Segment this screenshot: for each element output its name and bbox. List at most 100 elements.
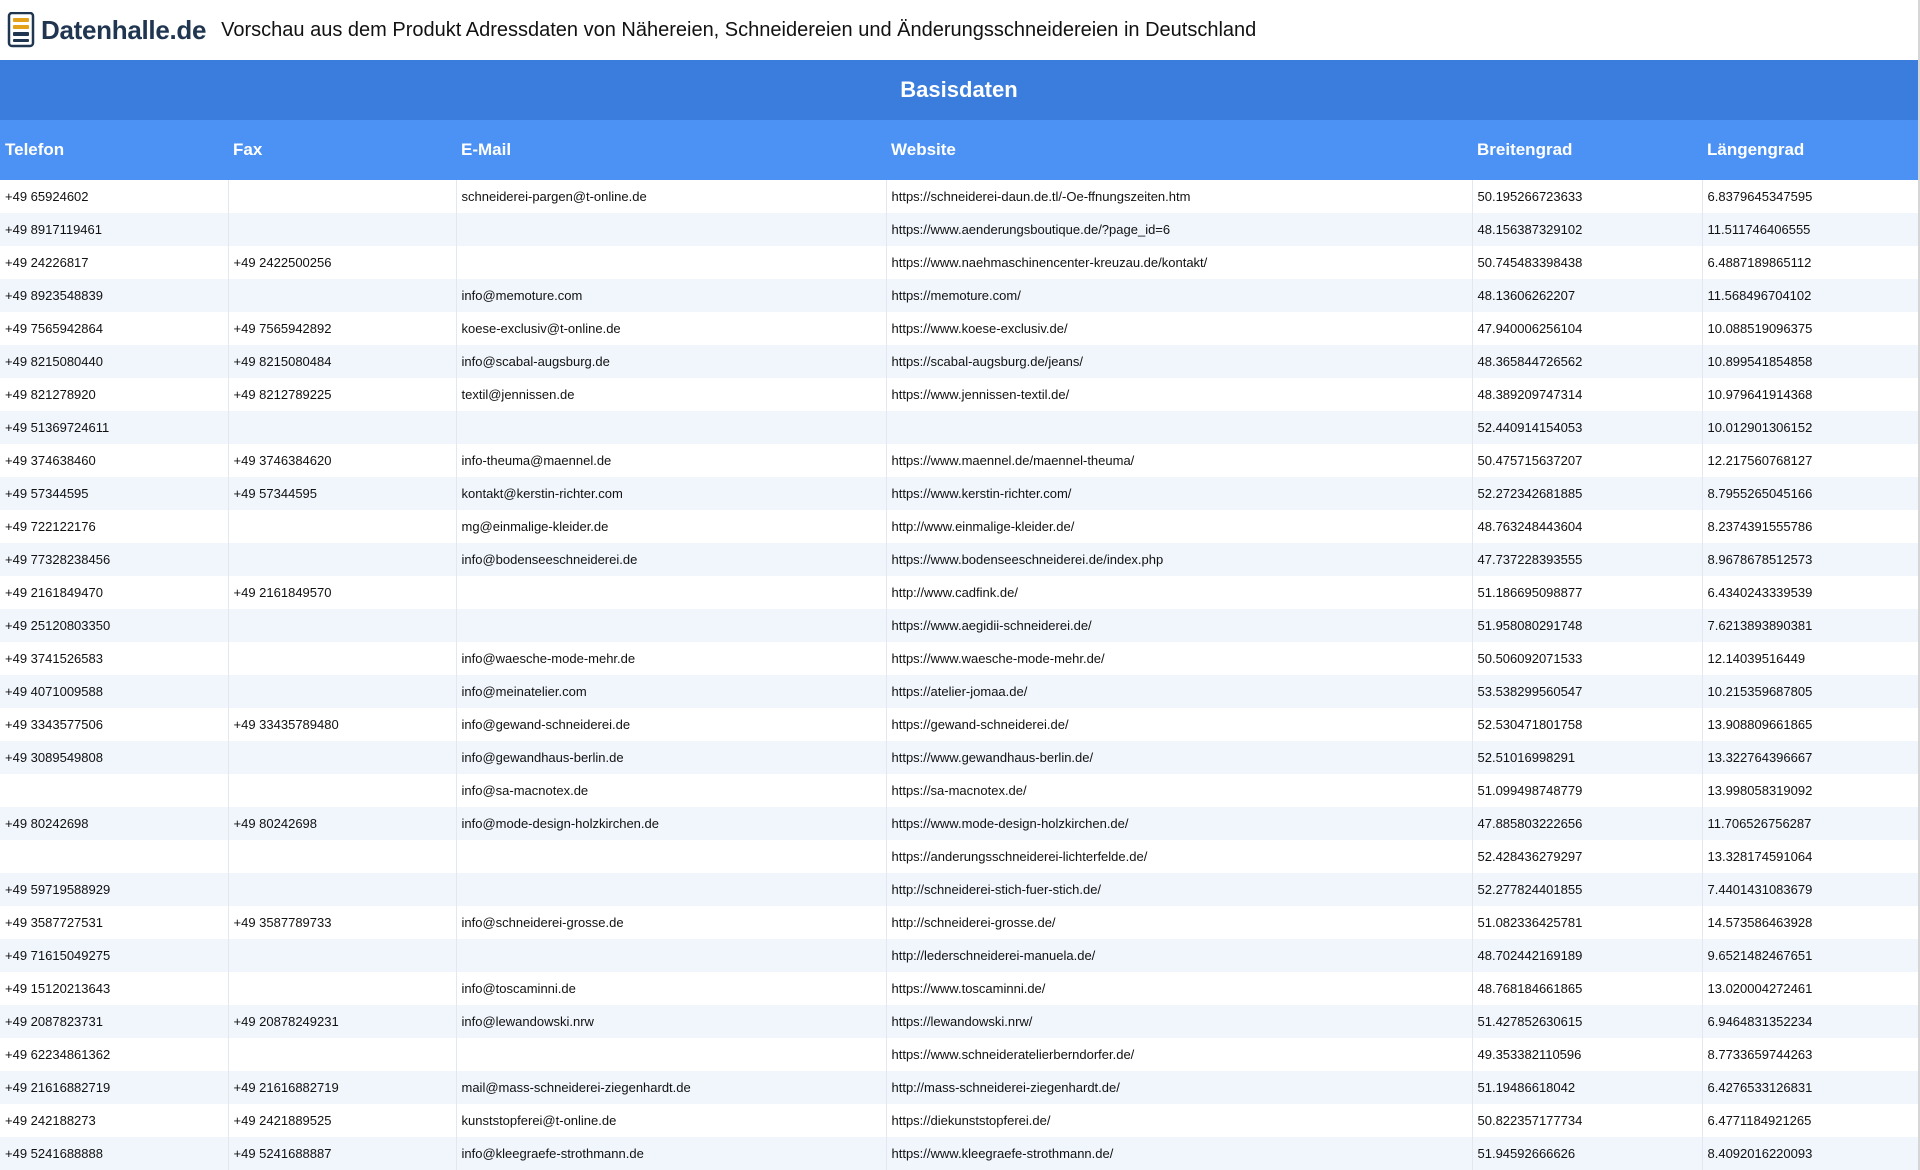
cell-email[interactable]: kunststopferei@t-online.de bbox=[456, 1104, 887, 1137]
cell-website[interactable]: http://lederschneiderei-manuela.de/ bbox=[886, 939, 1473, 972]
cell-website[interactable]: https://www.aenderungsboutique.de/?page_… bbox=[886, 213, 1473, 246]
cell-email[interactable] bbox=[456, 576, 887, 609]
cell-website[interactable]: https://www.toscaminni.de/ bbox=[886, 972, 1473, 1005]
table-row[interactable]: +49 4071009588 info@meinatelier.com https:… bbox=[0, 675, 1918, 708]
cell-website[interactable]: https://www.kleegraefe-strothmann.de/ bbox=[886, 1137, 1473, 1170]
table-row[interactable]: +49 242188273 +49 2421889525 kunststopfere… bbox=[0, 1104, 1918, 1137]
column-header-fax[interactable]: Fax bbox=[228, 120, 456, 180]
table-row[interactable]: +49 374638460 +49 3746384620 info-theuma@m… bbox=[0, 444, 1918, 477]
table-row[interactable]: +49 77328238456 info@bodenseeschneiderei.… bbox=[0, 543, 1918, 576]
cell-email[interactable]: schneiderei-pargen@t-online.de bbox=[456, 180, 887, 213]
cell-website[interactable]: https://www.naehmaschinencenter-kreuzau.… bbox=[886, 246, 1473, 279]
cell-email[interactable]: textil@jennissen.de bbox=[456, 378, 887, 411]
cell-email[interactable] bbox=[456, 939, 887, 972]
cell-website[interactable]: https://www.maennel.de/maennel-theuma/ bbox=[886, 444, 1473, 477]
cell-website[interactable]: https://www.bodenseeschneiderei.de/index… bbox=[886, 543, 1473, 576]
column-header-laengengrad[interactable]: Längengrad bbox=[1702, 120, 1918, 180]
cell-website[interactable]: http://schneiderei-stich-fuer-stich.de/ bbox=[886, 873, 1473, 906]
cell-email[interactable]: info@memoture.com bbox=[456, 279, 887, 312]
cell-laengengrad: 12.14039516449 bbox=[1702, 642, 1918, 675]
cell-email[interactable]: info@toscaminni.de bbox=[456, 972, 887, 1005]
cell-website[interactable]: https://www.jennissen-textil.de/ bbox=[886, 378, 1473, 411]
cell-website[interactable]: http://www.einmalige-kleider.de/ bbox=[886, 510, 1473, 543]
cell-website[interactable]: https://www.waesche-mode-mehr.de/ bbox=[886, 642, 1473, 675]
table-row[interactable]: +49 8917119461 https://www.aenderungsbout… bbox=[0, 213, 1918, 246]
cell-website[interactable]: http://www.cadfink.de/ bbox=[886, 576, 1473, 609]
table-row[interactable]: +49 5241688888 +49 5241688887 info@kleegra… bbox=[0, 1137, 1918, 1170]
table-row[interactable]: +49 65924602 schneiderei-pargen@t-online.… bbox=[0, 180, 1918, 213]
cell-website[interactable]: https://atelier-jomaa.de/ bbox=[886, 675, 1473, 708]
table-row[interactable]: +49 62234861362 https://www.schneideratel… bbox=[0, 1038, 1918, 1071]
cell-email[interactable] bbox=[456, 840, 887, 873]
table-row[interactable]: +49 57344595 +49 57344595 kontakt@kerstin-… bbox=[0, 477, 1918, 510]
cell-email[interactable]: info@scabal-augsburg.de bbox=[456, 345, 887, 378]
cell-website[interactable] bbox=[886, 411, 1473, 444]
table-row[interactable]: +49 24226817 +49 2422500256 https://www.na… bbox=[0, 246, 1918, 279]
cell-website[interactable]: https://anderungsschneiderei-lichterfeld… bbox=[886, 840, 1473, 873]
cell-email[interactable] bbox=[456, 609, 887, 642]
cell-website[interactable]: https://www.aegidii-schneiderei.de/ bbox=[886, 609, 1473, 642]
cell-email[interactable]: kontakt@kerstin-richter.com bbox=[456, 477, 887, 510]
table-row[interactable]: +49 2087823731 +49 20878249231 info@lewand… bbox=[0, 1005, 1918, 1038]
table-row[interactable]: +49 8215080440 +49 8215080484 info@scabal-… bbox=[0, 345, 1918, 378]
table-row[interactable]: +49 722122176 mg@einmalige-kleider.de http… bbox=[0, 510, 1918, 543]
cell-email[interactable]: info@sa-macnotex.de bbox=[456, 774, 887, 807]
table-row[interactable]: +49 25120803350 https://www.aegidii-schne… bbox=[0, 609, 1918, 642]
table-row[interactable]: https://anderungsschneiderei-lichterfeld… bbox=[0, 840, 1918, 873]
cell-email[interactable]: info@lewandowski.nrw bbox=[456, 1005, 887, 1038]
cell-website[interactable]: https://lewandowski.nrw/ bbox=[886, 1005, 1473, 1038]
cell-email[interactable]: info@schneiderei-grosse.de bbox=[456, 906, 887, 939]
cell-website[interactable]: https://sa-macnotex.de/ bbox=[886, 774, 1473, 807]
table-row[interactable]: +49 3343577506 +49 33435789480 info@gewand… bbox=[0, 708, 1918, 741]
table-row[interactable]: +49 7565942864 +49 7565942892 koese-exclus… bbox=[0, 312, 1918, 345]
table-row[interactable]: +49 21616882719 +49 21616882719 mail@mass-… bbox=[0, 1071, 1918, 1104]
cell-website[interactable]: https://www.kerstin-richter.com/ bbox=[886, 477, 1473, 510]
table-row[interactable]: +49 71615049275 http://lederschneiderei-m… bbox=[0, 939, 1918, 972]
cell-laengengrad: 8.7955265045166 bbox=[1702, 477, 1918, 510]
cell-email[interactable]: info@meinatelier.com bbox=[456, 675, 887, 708]
cell-email[interactable] bbox=[456, 1038, 887, 1071]
cell-website[interactable]: https://diekunststopferei.de/ bbox=[886, 1104, 1473, 1137]
column-header-website[interactable]: Website bbox=[886, 120, 1472, 180]
cell-website[interactable]: https://www.gewandhaus-berlin.de/ bbox=[886, 741, 1473, 774]
table-row[interactable]: info@sa-macnotex.de https://sa-macnotex.d… bbox=[0, 774, 1918, 807]
cell-website[interactable]: https://gewand-schneiderei.de/ bbox=[886, 708, 1473, 741]
cell-website[interactable]: https://memoture.com/ bbox=[886, 279, 1473, 312]
cell-website[interactable]: http://schneiderei-grosse.de/ bbox=[886, 906, 1473, 939]
column-header-telefon[interactable]: Telefon bbox=[0, 120, 228, 180]
cell-website[interactable]: https://www.mode-design-holzkirchen.de/ bbox=[886, 807, 1473, 840]
cell-email[interactable]: info@mode-design-holzkirchen.de bbox=[456, 807, 887, 840]
table-row[interactable]: +49 80242698 +49 80242698 info@mode-design… bbox=[0, 807, 1918, 840]
cell-email[interactable]: mail@mass-schneiderei-ziegenhardt.de bbox=[456, 1071, 887, 1104]
table-row[interactable]: +49 3089549808 info@gewandhaus-berlin.de h… bbox=[0, 741, 1918, 774]
cell-website[interactable]: https://scabal-augsburg.de/jeans/ bbox=[886, 345, 1473, 378]
cell-email[interactable]: info@bodenseeschneiderei.de bbox=[456, 543, 887, 576]
cell-website[interactable]: https://schneiderei-daun.de.tl/-Oe-ffnun… bbox=[886, 180, 1473, 213]
column-header-breitengrad[interactable]: Breitengrad bbox=[1472, 120, 1702, 180]
table-row[interactable]: +49 8923548839 info@memoture.com https://m… bbox=[0, 279, 1918, 312]
cell-email[interactable] bbox=[456, 411, 887, 444]
column-header-email[interactable]: E-Mail bbox=[456, 120, 886, 180]
cell-email[interactable]: info@gewandhaus-berlin.de bbox=[456, 741, 887, 774]
cell-email[interactable]: info@waesche-mode-mehr.de bbox=[456, 642, 887, 675]
cell-website[interactable]: https://www.koese-exclusiv.de/ bbox=[886, 312, 1473, 345]
cell-breitengrad: 48.156387329102 bbox=[1472, 213, 1703, 246]
cell-website[interactable]: https://www.schneideratelierberndorfer.d… bbox=[886, 1038, 1473, 1071]
logo[interactable]: Datenhalle.de bbox=[5, 12, 206, 48]
table-row[interactable]: +49 821278920 +49 8212789225 textil@jennis… bbox=[0, 378, 1918, 411]
cell-email[interactable]: mg@einmalige-kleider.de bbox=[456, 510, 887, 543]
cell-email[interactable]: koese-exclusiv@t-online.de bbox=[456, 312, 887, 345]
table-row[interactable]: +49 2161849470 +49 2161849570 http://www.c… bbox=[0, 576, 1918, 609]
cell-email[interactable]: info-theuma@maennel.de bbox=[456, 444, 887, 477]
table-row[interactable]: +49 15120213643 info@toscaminni.de https:/… bbox=[0, 972, 1918, 1005]
table-row[interactable]: +49 3741526583 info@waesche-mode-mehr.de h… bbox=[0, 642, 1918, 675]
cell-email[interactable]: info@gewand-schneiderei.de bbox=[456, 708, 887, 741]
cell-email[interactable] bbox=[456, 213, 887, 246]
cell-email[interactable] bbox=[456, 873, 887, 906]
table-row[interactable]: +49 51369724611 52.440914154053 10.0129013… bbox=[0, 411, 1918, 444]
cell-website[interactable]: http://mass-schneiderei-ziegenhardt.de/ bbox=[886, 1071, 1473, 1104]
table-row[interactable]: +49 59719588929 http://schneiderei-stich-… bbox=[0, 873, 1918, 906]
table-row[interactable]: +49 3587727531 +49 3587789733 info@schneid… bbox=[0, 906, 1918, 939]
cell-email[interactable] bbox=[456, 246, 887, 279]
cell-email[interactable]: info@kleegraefe-strothmann.de bbox=[456, 1137, 887, 1170]
